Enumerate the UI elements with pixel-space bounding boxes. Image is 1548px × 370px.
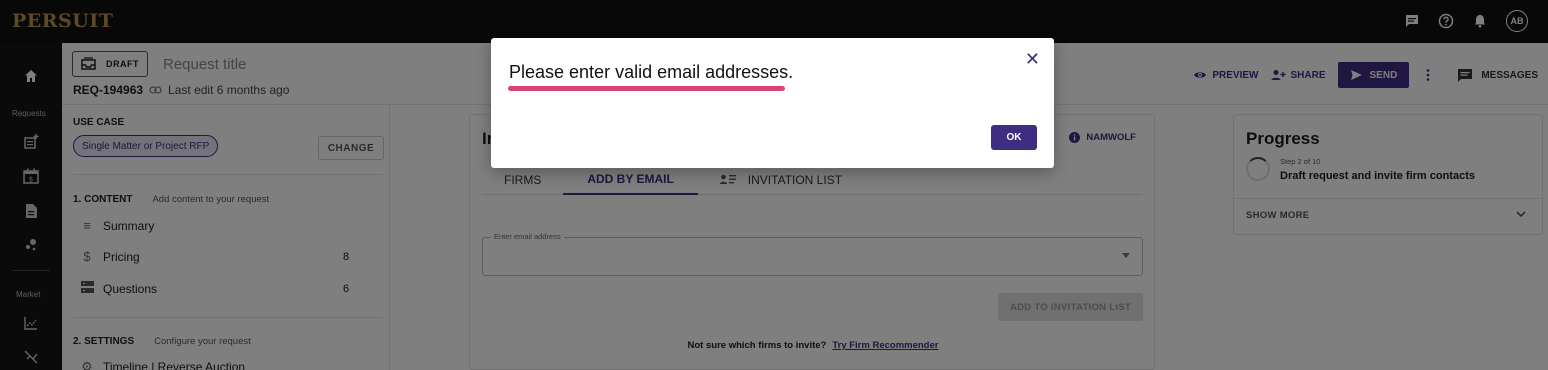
error-dialog: Please enter valid email addresses. ✕ OK <box>491 38 1054 168</box>
close-icon[interactable]: ✕ <box>1025 49 1040 70</box>
ok-button[interactable]: OK <box>991 125 1037 150</box>
dialog-message: Please enter valid email addresses. <box>509 62 794 82</box>
highlight-underline <box>508 86 785 91</box>
